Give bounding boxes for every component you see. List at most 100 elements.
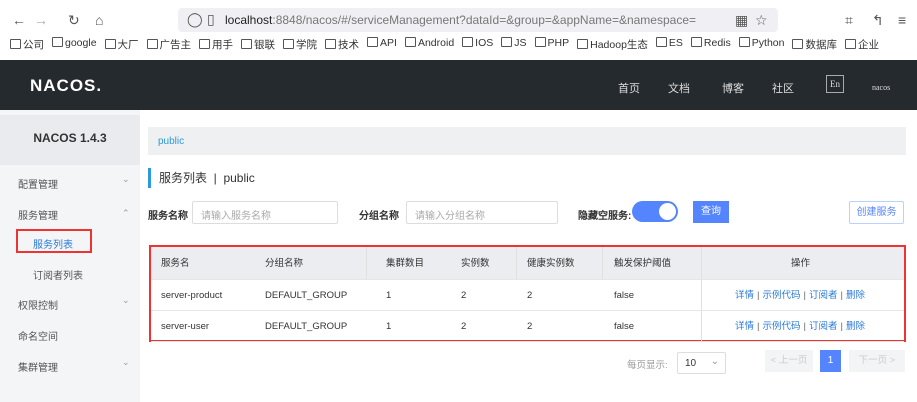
table-cell: server-user: [161, 321, 210, 332]
sidebar-title: NACOS 1.4.3: [0, 115, 140, 165]
bookmark-item[interactable]: Redis: [691, 37, 731, 57]
bookmark-item[interactable]: 数据库: [792, 37, 837, 57]
bookmark-item[interactable]: 公司: [10, 37, 44, 57]
nacos-header: NACOS. 首页 文档 博客 社区 En nacos: [0, 60, 917, 110]
group-name-label: 分组名称: [359, 211, 399, 222]
sample-code-link[interactable]: 示例代码: [762, 290, 800, 301]
back-icon[interactable]: ←: [12, 12, 26, 28]
subscribers-link[interactable]: 订阅者: [809, 290, 838, 301]
reload-icon[interactable]: ↻: [68, 12, 80, 29]
page-icon: ▯: [207, 11, 215, 27]
nav-community[interactable]: 社区: [772, 80, 794, 96]
table-cell: DEFAULT_GROUP: [265, 290, 348, 301]
table-cell: false: [614, 290, 635, 301]
service-table: 服务名 分组名称 集群数目 实例数 健康实例数 触发保护阈值 操作 server-produc…: [149, 245, 906, 342]
sidebar-item-cluster[interactable]: 集群管理: [18, 359, 58, 374]
create-service-button[interactable]: 创建服务: [849, 201, 904, 224]
language-toggle[interactable]: En: [826, 75, 844, 93]
nacos-logo[interactable]: NACOS.: [30, 76, 102, 96]
separator: |: [840, 321, 843, 332]
sidebar-item-service-mgmt[interactable]: 服务管理: [18, 207, 58, 222]
hide-empty-toggle[interactable]: [632, 201, 678, 222]
browser-toolbar: ← → ↻ ⌂ ◯ ▯ localhost:8848/nacos/#/servi…: [0, 0, 917, 35]
url-text[interactable]: localhost:8848/nacos/#/serviceManagement…: [225, 13, 696, 27]
column-header: 实例数: [461, 258, 490, 269]
separator: |: [757, 321, 760, 332]
bookmark-item[interactable]: 大厂: [105, 37, 139, 57]
bookmark-item[interactable]: JS: [501, 37, 526, 57]
bookmark-item[interactable]: 企业: [845, 37, 879, 57]
column-header: 操作: [791, 258, 811, 269]
bookmark-item[interactable]: 技术: [325, 37, 359, 57]
subscribers-link[interactable]: 订阅者: [809, 321, 838, 332]
nav-docs[interactable]: 文档: [668, 80, 690, 96]
separator: |: [803, 290, 806, 301]
column-divider: [701, 311, 702, 341]
url-host: localhost: [225, 13, 273, 27]
table-cell: 2: [461, 321, 467, 332]
chevron-down-icon: ⌄: [122, 357, 130, 367]
chevron-down-icon: ⌄: [122, 174, 130, 184]
prev-page-button[interactable]: < 上一页: [765, 350, 813, 372]
shield-icon: ◯: [187, 11, 203, 27]
column-divider: [701, 280, 702, 310]
screenshot-icon[interactable]: ⌗: [845, 12, 853, 29]
bookmark-item[interactable]: 广告主: [147, 37, 192, 57]
menu-icon[interactable]: ≡: [898, 12, 906, 28]
table-row: server-user DEFAULT_GROUP 1 2 2 false 详情 | 示例代码 |…: [151, 311, 904, 342]
column-header: 集群数目: [386, 258, 425, 269]
bookmark-item[interactable]: Python: [739, 37, 785, 57]
bookmark-item[interactable]: 用手: [199, 37, 233, 57]
service-name-input[interactable]: 请输入服务名称: [192, 201, 338, 224]
page-title: 服务列表 | public: [148, 168, 255, 188]
column-header: 健康实例数: [527, 258, 575, 269]
table-header-row: 服务名 分组名称 集群数目 实例数 健康实例数 触发保护阈值 操作: [151, 247, 904, 280]
table-cell: 1: [386, 290, 392, 301]
row-actions: 详情 | 示例代码 | 订阅者 | 删除: [735, 311, 865, 341]
next-page-button[interactable]: 下一页 >: [849, 350, 905, 372]
bookmark-item[interactable]: API: [367, 37, 397, 57]
bookmark-item[interactable]: Hadoop生态: [577, 37, 648, 57]
undo-icon[interactable]: ↰: [872, 12, 884, 29]
star-icon[interactable]: ☆: [755, 12, 768, 29]
bookmark-item[interactable]: 学院: [283, 37, 317, 57]
sidebar-item-subscribers[interactable]: 订阅者列表: [33, 267, 83, 282]
user-name[interactable]: nacos: [872, 83, 890, 92]
column-divider: [701, 247, 702, 279]
bookmark-item[interactable]: 银联: [241, 37, 275, 57]
chevron-up-icon: ⌃: [122, 208, 130, 218]
nav-blog[interactable]: 博客: [722, 80, 744, 96]
column-divider: [366, 247, 367, 279]
column-divider: [516, 247, 517, 279]
sidebar-item-config[interactable]: 配置管理: [18, 176, 58, 191]
bookmark-item[interactable]: Android: [405, 37, 454, 57]
nav-home[interactable]: 首页: [618, 80, 640, 96]
bookmark-item[interactable]: IOS: [462, 37, 493, 57]
url-path: :8848/nacos/#/serviceManagement?dataId=&…: [272, 13, 696, 27]
sidebar-item-auth[interactable]: 权限控制: [18, 297, 58, 312]
table-cell: 2: [461, 290, 467, 301]
sample-code-link[interactable]: 示例代码: [762, 321, 800, 332]
hide-empty-label: 隐藏空服务:: [578, 211, 632, 222]
delete-link[interactable]: 删除: [846, 290, 865, 301]
per-page-select[interactable]: 10 ⌄: [677, 352, 726, 374]
query-button[interactable]: 查询: [693, 201, 729, 223]
page-1-button[interactable]: 1: [820, 350, 841, 372]
detail-link[interactable]: 详情: [735, 321, 754, 332]
sidebar-item-service-list[interactable]: 服务列表: [33, 236, 73, 251]
bookmark-item[interactable]: google: [52, 37, 97, 57]
detail-link[interactable]: 详情: [735, 290, 754, 301]
table-cell: false: [614, 321, 635, 332]
service-name-label: 服务名称: [148, 211, 188, 222]
forward-icon[interactable]: →: [34, 12, 48, 28]
group-name-input[interactable]: 请输入分组名称: [406, 201, 558, 224]
table-cell: server-product: [161, 290, 223, 301]
home-icon[interactable]: ⌂: [95, 12, 103, 28]
qr-icon[interactable]: ▦: [735, 12, 748, 29]
bookmark-item[interactable]: PHP: [535, 37, 570, 57]
table-cell: DEFAULT_GROUP: [265, 321, 348, 332]
namespace-public[interactable]: public: [158, 136, 184, 147]
sidebar-item-namespace[interactable]: 命名空间: [18, 328, 58, 343]
bookmark-item[interactable]: ES: [656, 37, 683, 57]
delete-link[interactable]: 删除: [846, 321, 865, 332]
